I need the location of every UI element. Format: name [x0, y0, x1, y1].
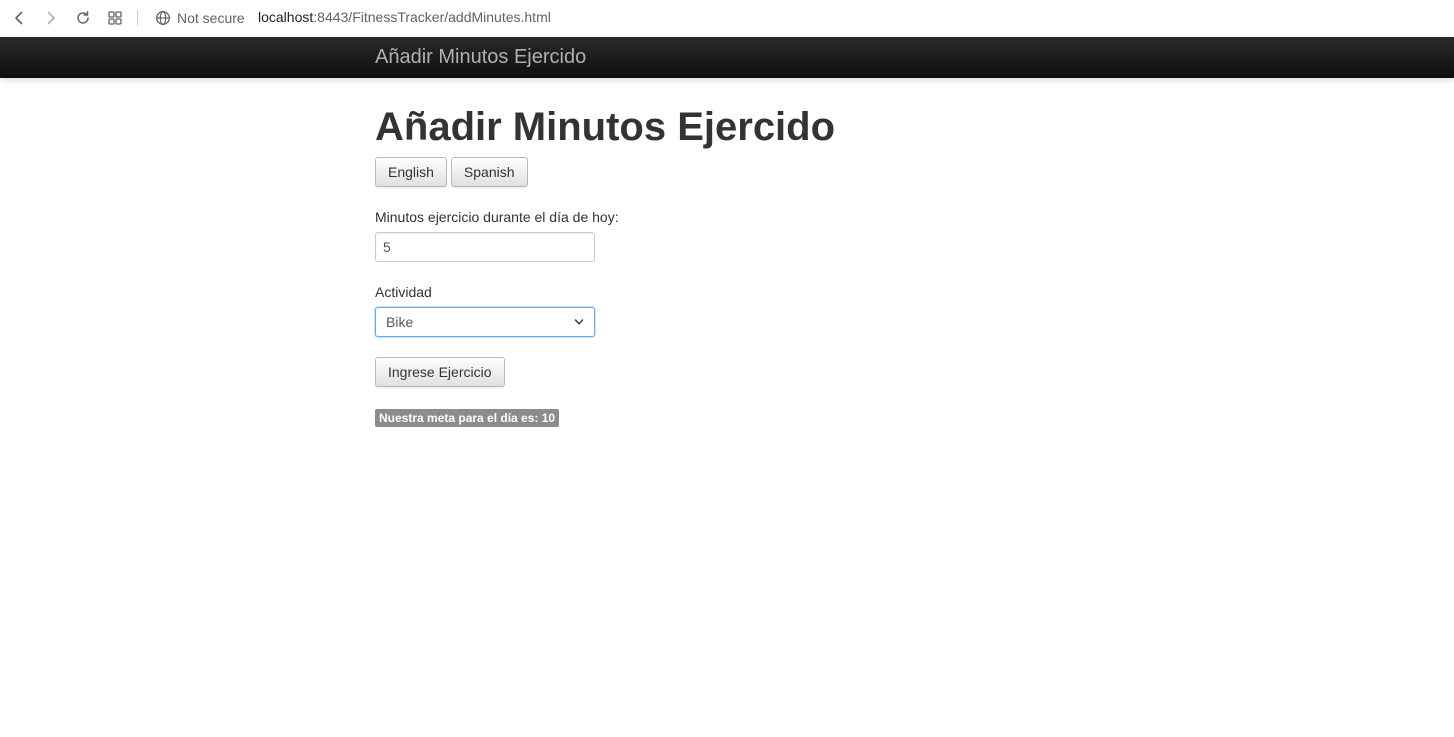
goal-badge: Nuestra meta para el día es: 10: [375, 409, 560, 427]
address-bar[interactable]: localhost:8443/FitnessTracker/addMinutes…: [258, 9, 551, 25]
minutes-input[interactable]: [375, 232, 595, 262]
minutes-label: Minutos ejercicio durante el día de hoy:: [375, 209, 619, 225]
page-title: Añadir Minutos Ejercido: [375, 105, 836, 149]
language-switcher: English Spanish: [375, 157, 528, 187]
submit-exercise-button[interactable]: Ingrese Ejercicio: [375, 357, 505, 387]
apps-button[interactable]: [103, 6, 127, 30]
toolbar-divider: [137, 10, 138, 26]
chevron-down-icon: [574, 319, 584, 325]
not-secure-label: Not secure: [177, 10, 245, 26]
activity-select[interactable]: Bike: [375, 307, 595, 337]
english-button[interactable]: English: [375, 157, 447, 187]
forward-arrow-icon: [47, 11, 55, 25]
url-host: localhost: [258, 9, 314, 25]
back-arrow-icon: [15, 11, 23, 25]
app-navbar: Añadir Minutos Ejercido: [0, 37, 1454, 78]
spanish-button[interactable]: Spanish: [450, 157, 528, 187]
grid-icon: [108, 11, 122, 25]
back-button[interactable]: [7, 6, 31, 30]
url-path: :8443/FitnessTracker/addMinutes.html: [313, 9, 551, 25]
site-info-button[interactable]: Not secure: [155, 8, 245, 28]
activity-label: Actividad: [375, 284, 432, 300]
reload-button[interactable]: [71, 6, 95, 30]
forward-button[interactable]: [39, 6, 63, 30]
reload-icon: [77, 11, 89, 24]
activity-selected-value: Bike: [386, 314, 414, 330]
globe-icon: [156, 11, 170, 25]
browser-toolbar: Not secure localhost:8443/FitnessTracker…: [0, 0, 1454, 36]
navbar-brand[interactable]: Añadir Minutos Ejercido: [375, 46, 586, 69]
